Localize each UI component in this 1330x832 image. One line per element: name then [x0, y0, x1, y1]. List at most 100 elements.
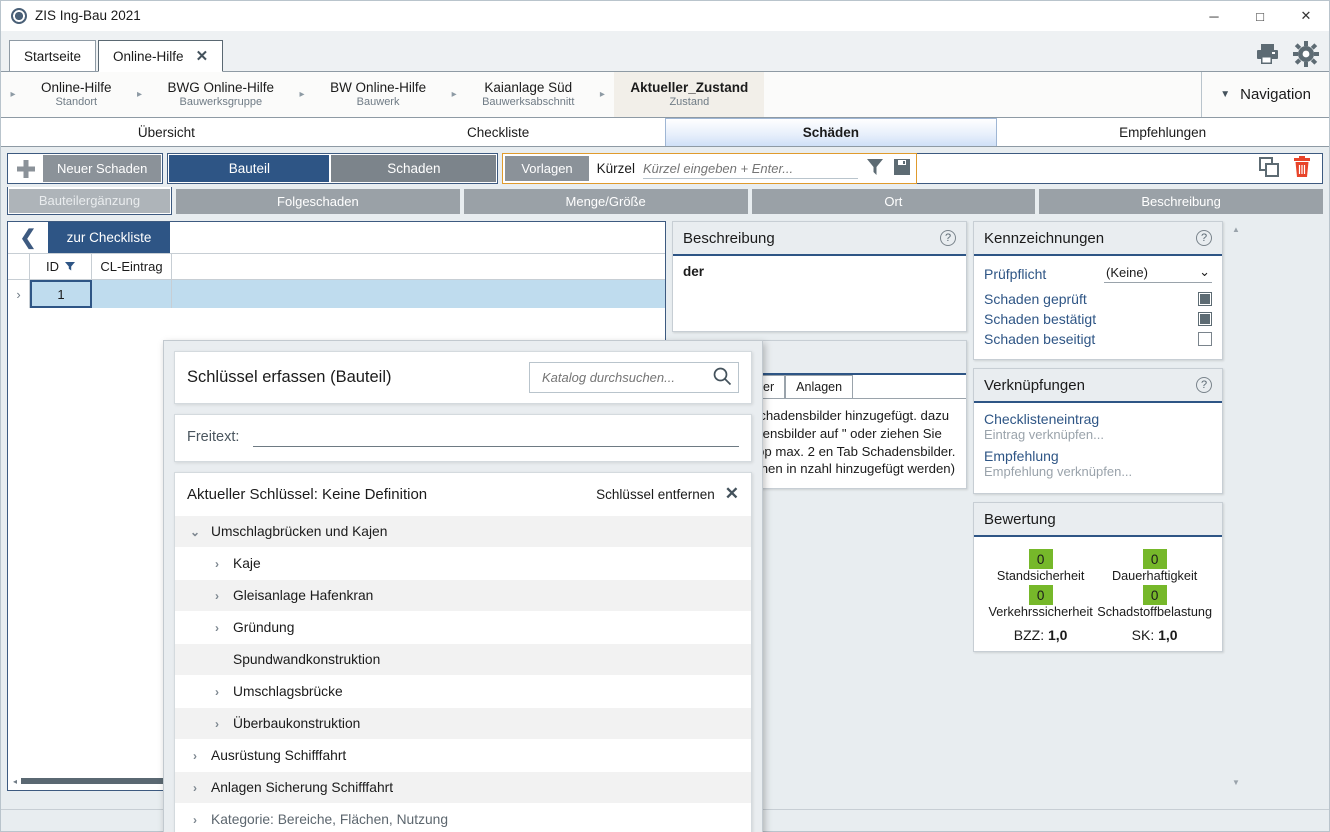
subtab-menge-groesse[interactable]: Menge/Größe: [464, 189, 748, 214]
check-schaden-geprueft[interactable]: Schaden geprüft: [984, 291, 1212, 307]
checkbox-icon[interactable]: [1198, 332, 1212, 346]
subtab-ort[interactable]: Ort: [752, 189, 1036, 214]
check-schaden-beseitigt[interactable]: Schaden beseitigt: [984, 331, 1212, 347]
tree-item-anlagen-sicherung-schifffahrt[interactable]: › Anlagen Sicherung Schifffahrt: [175, 771, 751, 803]
tree-item-label: Ausrüstung Schifffahrt: [211, 748, 346, 763]
chevron-right-icon[interactable]: ›: [209, 685, 225, 699]
grid-header-cl-eintrag[interactable]: CL-Eintrag: [92, 254, 172, 279]
tab-online-hilfe[interactable]: Online-Hilfe ✕: [98, 40, 223, 72]
tab-empfehlungen[interactable]: Empfehlungen: [997, 118, 1329, 146]
trash-icon[interactable]: [1292, 156, 1312, 181]
chevron-right-icon[interactable]: ›: [187, 749, 203, 763]
kuerzel-input[interactable]: [643, 159, 858, 179]
chevron-right-icon[interactable]: ›: [209, 589, 225, 603]
link-checklisteneintrag[interactable]: Checklisteneintrag: [984, 411, 1212, 427]
tab-startseite[interactable]: Startseite: [9, 40, 96, 72]
plus-icon[interactable]: [9, 155, 43, 182]
tab-online-hilfe-label: Online-Hilfe: [113, 49, 184, 64]
pruefpflicht-select[interactable]: (Keine) ⌄: [1104, 264, 1212, 283]
tree-item-umschlagbruecken-und-kajen[interactable]: ⌄ Umschlagbrücken und Kajen: [175, 515, 751, 547]
tab-schaeden[interactable]: Schäden: [665, 118, 998, 146]
tree-item-gruendung[interactable]: › Gründung: [175, 611, 751, 643]
tab-anlagen[interactable]: Anlagen: [785, 375, 853, 398]
tab-uebersicht[interactable]: Übersicht: [1, 118, 333, 146]
chevron-left-icon[interactable]: ❮: [8, 222, 48, 253]
catalog-search[interactable]: [529, 362, 739, 393]
printer-icon[interactable]: [1255, 42, 1281, 66]
catalog-search-input[interactable]: [540, 369, 708, 386]
link-empfehlung[interactable]: Empfehlung: [984, 448, 1212, 464]
checkbox-icon[interactable]: [1198, 312, 1212, 326]
total-sk-label: SK:: [1132, 627, 1155, 643]
help-icon[interactable]: ?: [1196, 377, 1212, 393]
breadcrumb-item-bauwerk[interactable]: BW Online-Hilfe Bauwerk: [314, 72, 442, 117]
kennzeichnungen-header: Kennzeichnungen ?: [974, 222, 1222, 256]
remove-key-button[interactable]: Schlüssel entfernen ✕: [596, 484, 739, 504]
titlebar-tools: [1255, 41, 1319, 67]
breadcrumb-item-standort[interactable]: Online-Hilfe Standort: [25, 72, 128, 117]
floppy-save-icon[interactable]: [892, 157, 912, 180]
filter-icon[interactable]: [866, 157, 884, 180]
checkbox-icon[interactable]: [1198, 292, 1212, 306]
subtab-beschreibung[interactable]: Beschreibung: [1039, 189, 1323, 214]
link-checklisteneintrag-hint[interactable]: Eintrag verknüpfen...: [984, 427, 1212, 442]
right-panel-scrollbar[interactable]: ▲ ▼: [1229, 221, 1243, 791]
bewertung-card: Bewertung 0 Standsicherheit 0 Dauerhafti…: [973, 502, 1223, 652]
kuerzel-group: Vorlagen Kürzel: [502, 153, 917, 184]
score-verkehrssicherheit-label: Verkehrssicherheit: [984, 605, 1097, 619]
filter-icon[interactable]: [65, 259, 75, 274]
tab-empfehlungen-label: Empfehlungen: [1119, 125, 1206, 140]
maximize-button[interactable]: □: [1237, 1, 1283, 31]
tab-checkliste[interactable]: Checkliste: [333, 118, 665, 146]
navigation-dropdown[interactable]: ▼ Navigation: [1201, 72, 1329, 117]
chevron-right-icon[interactable]: ›: [209, 621, 225, 635]
search-icon[interactable]: [712, 366, 732, 389]
table-row[interactable]: › 1: [8, 280, 665, 308]
chevron-right-icon[interactable]: ›: [209, 717, 225, 731]
breadcrumb-item-bauwerksabschnitt[interactable]: Kaianlage Süd Bauwerksabschnitt: [466, 72, 590, 117]
minimize-button[interactable]: ─: [1191, 1, 1237, 31]
help-icon[interactable]: ?: [940, 230, 956, 246]
breadcrumb-item-bauwerksabschnitt-main: Kaianlage Süd: [484, 80, 572, 96]
breadcrumb-arrow-icon: ▸: [290, 72, 314, 117]
gear-icon[interactable]: [1293, 41, 1319, 67]
row-id-cell[interactable]: 1: [30, 280, 92, 308]
breadcrumb-item-bauwerksabschnitt-sub: Bauwerksabschnitt: [482, 95, 574, 109]
new-damage-button[interactable]: Neuer Schaden: [43, 155, 161, 182]
close-icon[interactable]: ✕: [196, 47, 209, 65]
tree-item-spundwandkonstruktion[interactable]: Spundwandkonstruktion: [175, 643, 751, 675]
chevron-right-icon[interactable]: ›: [209, 557, 225, 571]
scroll-down-icon[interactable]: ▼: [1232, 778, 1240, 787]
total-sk-value: 1,0: [1158, 627, 1177, 643]
row-expander-icon[interactable]: ›: [8, 280, 30, 308]
chevron-right-icon[interactable]: ›: [187, 781, 203, 795]
copy-icon[interactable]: [1258, 156, 1280, 181]
schaden-button[interactable]: Schaden: [331, 155, 496, 182]
link-empfehlung-hint[interactable]: Empfehlung verknüpfen...: [984, 464, 1212, 479]
close-icon[interactable]: ✕: [725, 484, 739, 504]
row-cl-eintrag-cell[interactable]: [92, 280, 172, 308]
breadcrumb-item-zustand[interactable]: Aktueller_Zustand Zustand: [614, 72, 764, 117]
tree-item-ausruestung-schifffahrt[interactable]: › Ausrüstung Schifffahrt: [175, 739, 751, 771]
tree-item-gleisanlage-hafenkran[interactable]: › Gleisanlage Hafenkran: [175, 579, 751, 611]
tree-item-kaje[interactable]: › Kaje: [175, 547, 751, 579]
breadcrumb-item-bauwerksgruppe[interactable]: BWG Online-Hilfe Bauwerksgruppe: [152, 72, 291, 117]
vorlagen-button[interactable]: Vorlagen: [505, 156, 588, 181]
back-to-checklist-label[interactable]: zur Checkliste: [48, 222, 170, 253]
application-window: ZIS Ing-Bau 2021 ─ □ ✕ Startseite Online…: [0, 0, 1330, 832]
scroll-up-icon[interactable]: ▲: [1232, 225, 1240, 234]
bauteil-button[interactable]: Bauteil: [169, 155, 329, 182]
check-schaden-bestaetigt[interactable]: Schaden bestätigt: [984, 311, 1212, 327]
tree-item-umschlagsbruecke[interactable]: › Umschlagsbrücke: [175, 675, 751, 707]
chevron-down-icon[interactable]: ⌄: [187, 525, 203, 539]
freetext-input[interactable]: [253, 427, 739, 447]
tree-item-kategorie-bereiche-flaechen-nutzung[interactable]: › Kategorie: Bereiche, Flächen, Nutzung: [175, 803, 751, 832]
component-addition-button[interactable]: Bauteilergänzung: [9, 189, 170, 213]
close-button[interactable]: ✕: [1283, 1, 1329, 31]
grid-header-id[interactable]: ID: [30, 254, 92, 279]
chevron-right-icon[interactable]: ›: [187, 813, 203, 827]
scroll-left-icon[interactable]: ◂: [13, 777, 17, 786]
tree-item-ueberbaukonstruktion[interactable]: › Überbaukonstruktion: [175, 707, 751, 739]
help-icon[interactable]: ?: [1196, 230, 1212, 246]
subtab-folgeschaden[interactable]: Folgeschaden: [176, 189, 460, 214]
